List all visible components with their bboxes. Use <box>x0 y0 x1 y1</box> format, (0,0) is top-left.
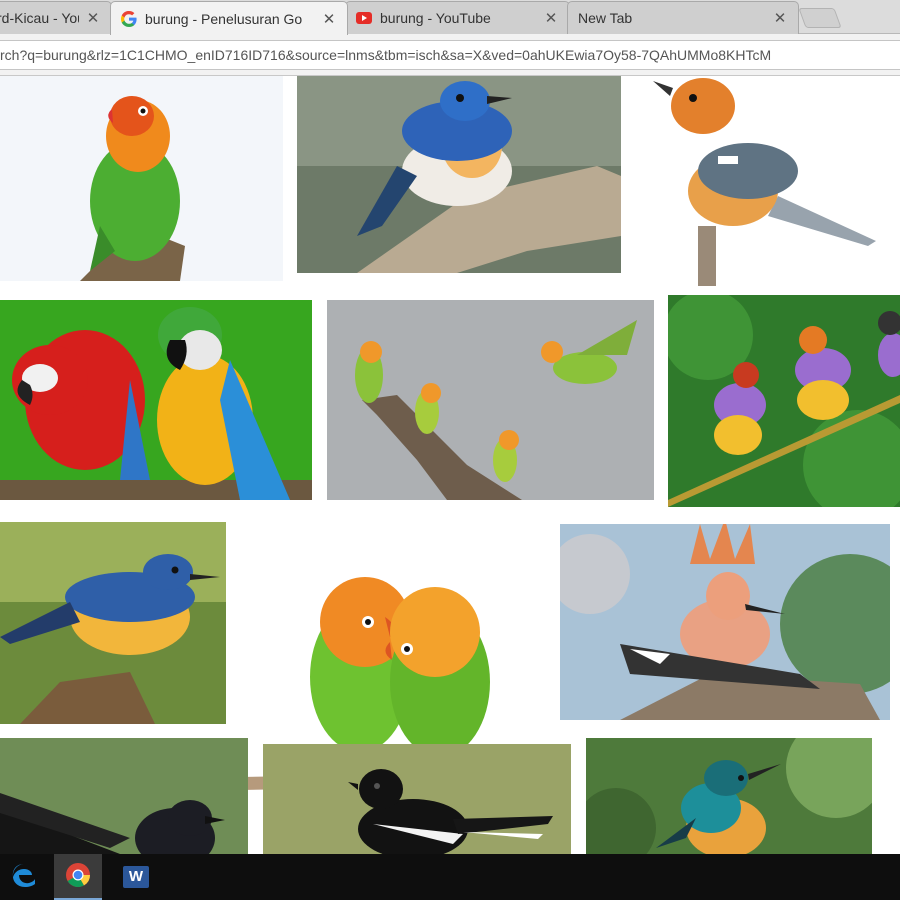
tab-strip: rd-Kicau - You ✕ burung - YouTube ✕ New … <box>0 0 900 35</box>
image-result[interactable] <box>297 76 621 273</box>
close-icon[interactable]: ✕ <box>772 9 788 27</box>
tab-title: burung - YouTube <box>380 10 491 26</box>
image-result[interactable] <box>0 76 283 281</box>
image-result[interactable] <box>263 744 571 854</box>
image-result[interactable] <box>0 738 248 854</box>
image-results-grid <box>0 76 900 854</box>
close-icon[interactable]: ✕ <box>85 9 101 27</box>
word-icon: W <box>123 866 149 888</box>
image-result[interactable] <box>586 738 872 854</box>
tab-title: New Tab <box>578 10 633 26</box>
edge-icon <box>11 862 37 893</box>
tab-title: burung - Penelusuran Go <box>145 10 303 27</box>
image-result[interactable] <box>327 300 654 500</box>
taskbar-chrome[interactable] <box>54 854 102 900</box>
new-tab-button[interactable] <box>798 8 842 28</box>
chrome-icon <box>65 862 91 893</box>
image-result[interactable] <box>668 295 900 507</box>
image-result[interactable] <box>560 524 890 720</box>
image-result[interactable] <box>648 76 900 286</box>
close-icon[interactable]: ✕ <box>321 10 337 28</box>
taskbar-word[interactable]: W <box>112 854 160 900</box>
tab-new-tab[interactable]: New Tab ✕ <box>567 1 799 34</box>
tab-google-search[interactable]: burung - Penelusuran Go ✕ <box>110 1 348 35</box>
youtube-icon <box>356 10 372 26</box>
tab-youtube[interactable]: burung - YouTube ✕ <box>345 1 570 34</box>
image-result[interactable] <box>0 522 226 724</box>
taskbar: W <box>0 854 900 900</box>
google-icon <box>121 10 137 27</box>
tab-kicau[interactable]: rd-Kicau - You ✕ <box>0 1 112 34</box>
address-bar[interactable]: rch?q=burung&rlz=1C1CHMO_enID716ID716&so… <box>0 40 900 70</box>
image-result[interactable] <box>0 300 312 500</box>
close-icon[interactable]: ✕ <box>543 9 559 27</box>
toolbar: rch?q=burung&rlz=1C1CHMO_enID716ID716&so… <box>0 34 900 76</box>
tab-title: rd-Kicau - You <box>0 10 79 26</box>
taskbar-edge[interactable] <box>0 854 48 900</box>
